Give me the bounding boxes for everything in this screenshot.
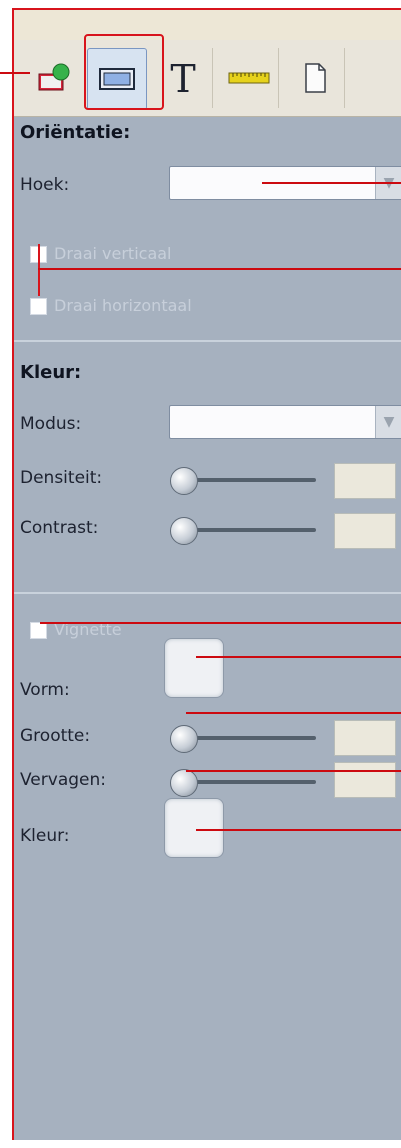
size-slider-thumb[interactable] xyxy=(170,725,198,753)
section-divider xyxy=(14,340,401,342)
color-heading: Kleur: xyxy=(20,362,82,383)
annotation-highlight-box xyxy=(84,34,164,110)
ruler-icon xyxy=(228,72,270,84)
annotation-pointer xyxy=(262,182,401,184)
contrast-slider-thumb[interactable] xyxy=(170,517,198,545)
annotation-frame-top xyxy=(12,8,401,10)
svg-text:T: T xyxy=(170,58,195,98)
shape-picker[interactable] xyxy=(164,638,224,698)
size-label: Grootte: xyxy=(20,726,91,746)
image-tool-button[interactable] xyxy=(26,48,85,108)
annotation-frame-left xyxy=(12,8,14,1140)
properties-panel: T Oriëntatie: Hoek: ▼ Draai verticaal Dr… xyxy=(14,10,401,1140)
vignette-checkbox[interactable] xyxy=(30,622,47,639)
annotation-bracket xyxy=(38,244,40,296)
fade-slider-thumb[interactable] xyxy=(170,769,198,797)
fade-label: Vervagen: xyxy=(20,770,106,790)
chevron-down-icon[interactable]: ▼ xyxy=(375,406,401,438)
page-tool-button[interactable] xyxy=(286,48,345,108)
contrast-label: Contrast: xyxy=(20,518,99,538)
panel-title-bar xyxy=(14,10,401,40)
flip-vertical-label: Draai verticaal xyxy=(54,244,172,263)
contrast-value-box[interactable] xyxy=(334,513,396,549)
mode-label: Modus: xyxy=(20,414,82,434)
section-divider xyxy=(14,592,401,594)
annotation-pointer xyxy=(0,72,30,74)
vignette-color-label: Kleur: xyxy=(20,826,70,846)
annotation-pointer xyxy=(196,829,401,831)
fade-value-box[interactable] xyxy=(334,762,396,798)
annotation-pointer xyxy=(40,622,401,624)
annotation-pointer xyxy=(186,770,401,772)
density-label: Densiteit: xyxy=(20,468,103,488)
more-tool-button[interactable] xyxy=(352,48,401,108)
shape-label: Vorm: xyxy=(20,680,70,700)
annotation-pointer xyxy=(196,656,401,658)
annotation-pointer xyxy=(38,268,401,270)
flip-horizontal-checkbox[interactable] xyxy=(30,298,47,315)
size-value-box[interactable] xyxy=(334,720,396,756)
ruler-tool-button[interactable] xyxy=(220,48,279,108)
density-value-box[interactable] xyxy=(334,463,396,499)
flip-horizontal-label: Draai horizontaal xyxy=(54,296,192,315)
panel-toolbar: T xyxy=(14,40,401,117)
page-icon xyxy=(305,63,326,93)
angle-label: Hoek: xyxy=(20,175,70,195)
text-icon: T xyxy=(170,58,195,98)
density-slider-thumb[interactable] xyxy=(170,467,198,495)
vignette-color-picker[interactable] xyxy=(164,798,224,858)
orientation-heading: Oriëntatie: xyxy=(20,122,131,143)
image-paint-icon xyxy=(38,63,70,91)
annotation-pointer xyxy=(186,712,401,714)
mode-dropdown[interactable]: ▼ xyxy=(169,405,401,439)
